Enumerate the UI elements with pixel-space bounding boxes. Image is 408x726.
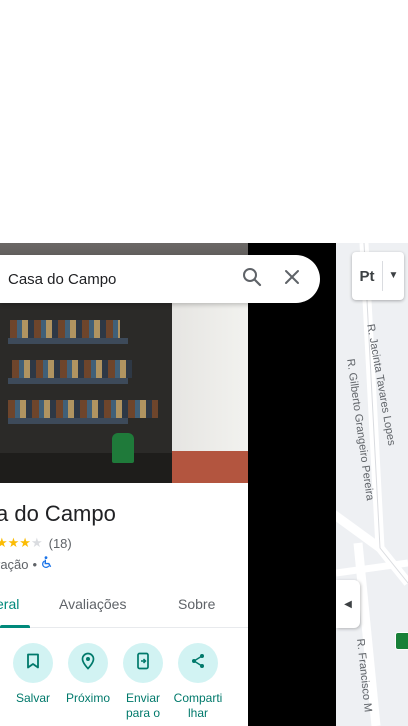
search-bar[interactable]: Casa do Campo xyxy=(0,255,320,303)
place-title: a do Campo xyxy=(0,501,116,526)
maps-screen: a do Campo ★★★★ (18) ração • eral Avalia… xyxy=(0,0,408,726)
map-marker-icon[interactable] xyxy=(395,632,408,650)
rating-row[interactable]: ★★★★ (18) xyxy=(0,535,72,551)
send-label: Enviar para o xyxy=(115,691,171,721)
share-icon-circle xyxy=(178,643,218,683)
place-panel: a do Campo ★★★★ (18) ração • eral Avalia… xyxy=(0,243,248,726)
share-icon xyxy=(190,653,206,674)
photo-shelf xyxy=(8,378,128,384)
map-canvas[interactable]: R. Jacinta Tavares Lopes R. Gilberto Gra… xyxy=(336,243,408,726)
photo-plant xyxy=(112,433,134,463)
tab-about[interactable]: Sobre xyxy=(178,596,215,612)
nearby-label: Próximo xyxy=(65,691,110,705)
photo-shelf xyxy=(8,338,128,344)
nearby-icon-circle xyxy=(68,643,108,683)
share-label: Comparti lhar xyxy=(170,691,226,721)
separator-dot: • xyxy=(32,556,38,572)
share-button[interactable]: Comparti lhar xyxy=(170,643,226,721)
map-layer-control[interactable]: Pt ▼ xyxy=(352,252,404,300)
caret-down-icon[interactable]: ▼ xyxy=(382,261,404,291)
bookmark-icon xyxy=(26,653,40,674)
photo-shelf xyxy=(8,418,128,424)
photo-goods xyxy=(12,360,132,378)
close-icon xyxy=(284,269,300,290)
chevron-left-icon: ◀ xyxy=(344,598,352,610)
send-label-line1: Enviar xyxy=(125,691,160,705)
photo-goods xyxy=(8,400,158,418)
photo-goods xyxy=(10,320,120,338)
search-input[interactable]: Casa do Campo xyxy=(8,271,232,288)
save-button[interactable]: Salvar xyxy=(5,643,61,706)
share-label-line1: Comparti xyxy=(173,691,223,705)
rating-stars: ★★★★ xyxy=(0,535,43,550)
photo-floor xyxy=(0,453,172,483)
send-to-phone-button[interactable]: Enviar para o xyxy=(115,643,171,721)
nearby-icon xyxy=(80,652,96,675)
tab-overview[interactable]: eral xyxy=(0,596,19,612)
search-button[interactable] xyxy=(232,259,272,299)
clear-search-button[interactable] xyxy=(272,259,312,299)
save-label: Salvar xyxy=(15,691,50,705)
search-icon xyxy=(242,267,262,292)
layer-label: Pt xyxy=(359,267,375,285)
send-to-phone-icon xyxy=(136,652,150,675)
active-tab-indicator xyxy=(0,625,30,628)
place-tabs: eral Avaliações Sobre xyxy=(0,584,248,628)
collapse-panel-button[interactable]: ◀ xyxy=(336,580,360,628)
share-label-line2: lhar xyxy=(187,706,208,720)
photo-wall xyxy=(172,303,248,453)
place-category[interactable]: ração xyxy=(0,557,29,572)
wheelchair-icon xyxy=(41,556,53,572)
nearby-button[interactable]: Próximo xyxy=(60,643,116,706)
send-label-line2: para o xyxy=(125,706,161,720)
panel-divider xyxy=(248,243,336,726)
send-icon-circle xyxy=(123,643,163,683)
tab-reviews[interactable]: Avaliações xyxy=(59,596,126,612)
save-icon-circle xyxy=(13,643,53,683)
rating-count: (18) xyxy=(48,535,72,551)
category-row: ração • xyxy=(0,556,53,572)
photo-wall-base xyxy=(172,451,248,483)
